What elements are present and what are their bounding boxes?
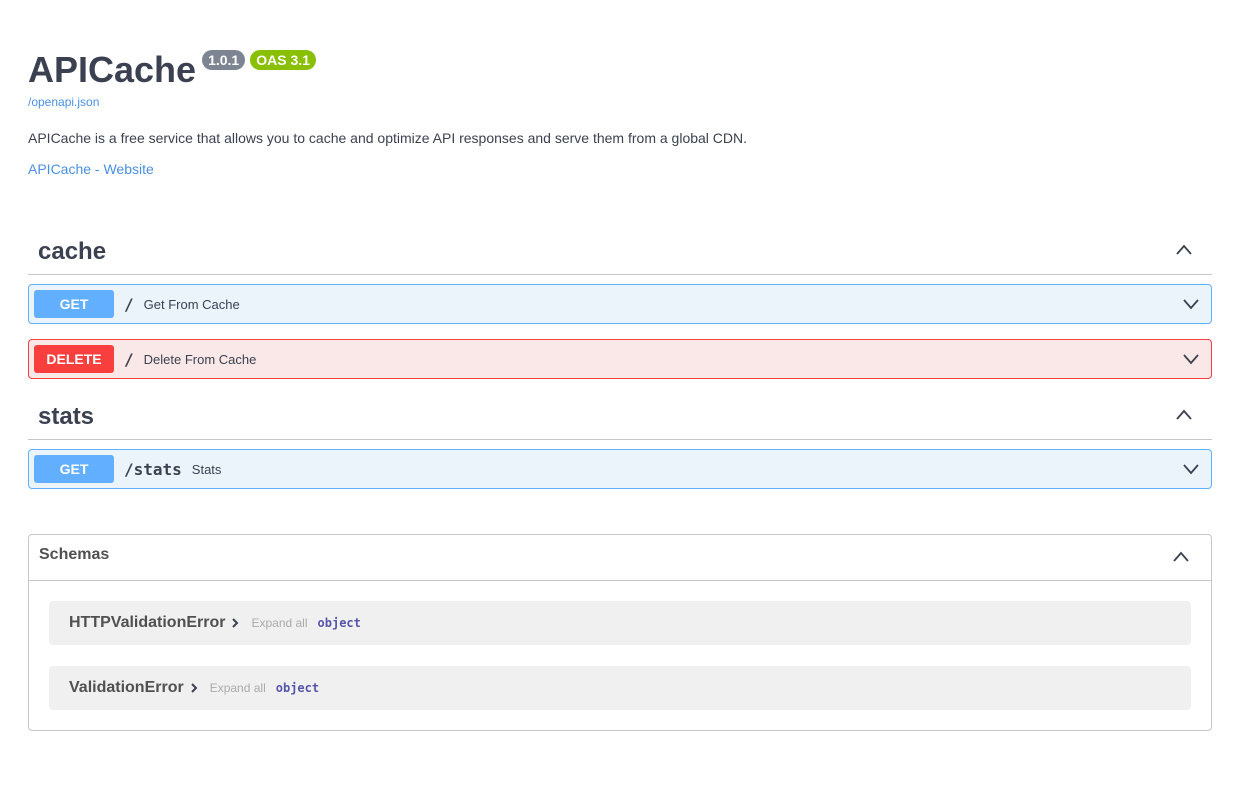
operation-summary: Delete From Cache [143, 351, 257, 367]
operation-path: /stats [124, 459, 182, 479]
chevron-up-icon[interactable] [1176, 407, 1192, 423]
method-badge: GET [34, 290, 114, 318]
expand-all-button[interactable]: Expand all [251, 616, 307, 630]
schemas-title: Schemas [39, 546, 110, 563]
info-title-row: APICache 1.0.1 OAS 3.1 [28, 48, 316, 92]
tag-header-cache[interactable]: cache [28, 230, 1212, 275]
chevron-right-icon[interactable] [229, 617, 241, 629]
model-validationerror[interactable]: ValidationError Expand all object [49, 666, 1191, 710]
operation-delete-cache[interactable]: DELETE / Delete From Cache [28, 339, 1212, 379]
schemas-header[interactable]: Schemas [29, 535, 1211, 581]
chevron-down-icon[interactable] [1183, 461, 1199, 477]
api-description: APICache is a free service that allows y… [28, 130, 748, 146]
chevron-up-icon[interactable] [1176, 242, 1192, 258]
operation-get-cache[interactable]: GET / Get From Cache [28, 284, 1212, 324]
operation-summary: Stats [191, 461, 222, 477]
model-type: object [317, 616, 361, 630]
chevron-right-icon[interactable] [188, 682, 200, 694]
website-link[interactable]: APICache - Website [28, 161, 154, 177]
tag-name: stats [38, 403, 95, 430]
chevron-up-icon[interactable] [1173, 549, 1189, 565]
operation-path: / [124, 349, 134, 369]
chevron-down-icon[interactable] [1183, 351, 1199, 367]
operation-get-stats[interactable]: GET /stats Stats [28, 449, 1212, 489]
api-title: APICache [28, 49, 197, 90]
schemas-section: Schemas HTTPValidationError Expand all o… [28, 534, 1212, 731]
chevron-down-icon[interactable] [1183, 296, 1199, 312]
expand-all-button[interactable]: Expand all [210, 681, 266, 695]
tag-name: cache [38, 238, 107, 265]
operation-path: / [124, 294, 134, 314]
method-badge: GET [34, 455, 114, 483]
method-badge: DELETE [34, 345, 114, 373]
openapi-json-link[interactable]: /openapi.json [28, 95, 99, 109]
oas-badge: OAS 3.1 [250, 50, 316, 70]
version-badge: 1.0.1 [202, 50, 246, 70]
model-name[interactable]: ValidationError [69, 679, 184, 697]
tag-header-stats[interactable]: stats [28, 395, 1212, 440]
model-type: object [275, 681, 320, 695]
operation-summary: Get From Cache [143, 296, 240, 312]
model-name[interactable]: HTTPValidationError [69, 614, 225, 632]
model-httpvalidationerror[interactable]: HTTPValidationError Expand all object [49, 601, 1191, 645]
